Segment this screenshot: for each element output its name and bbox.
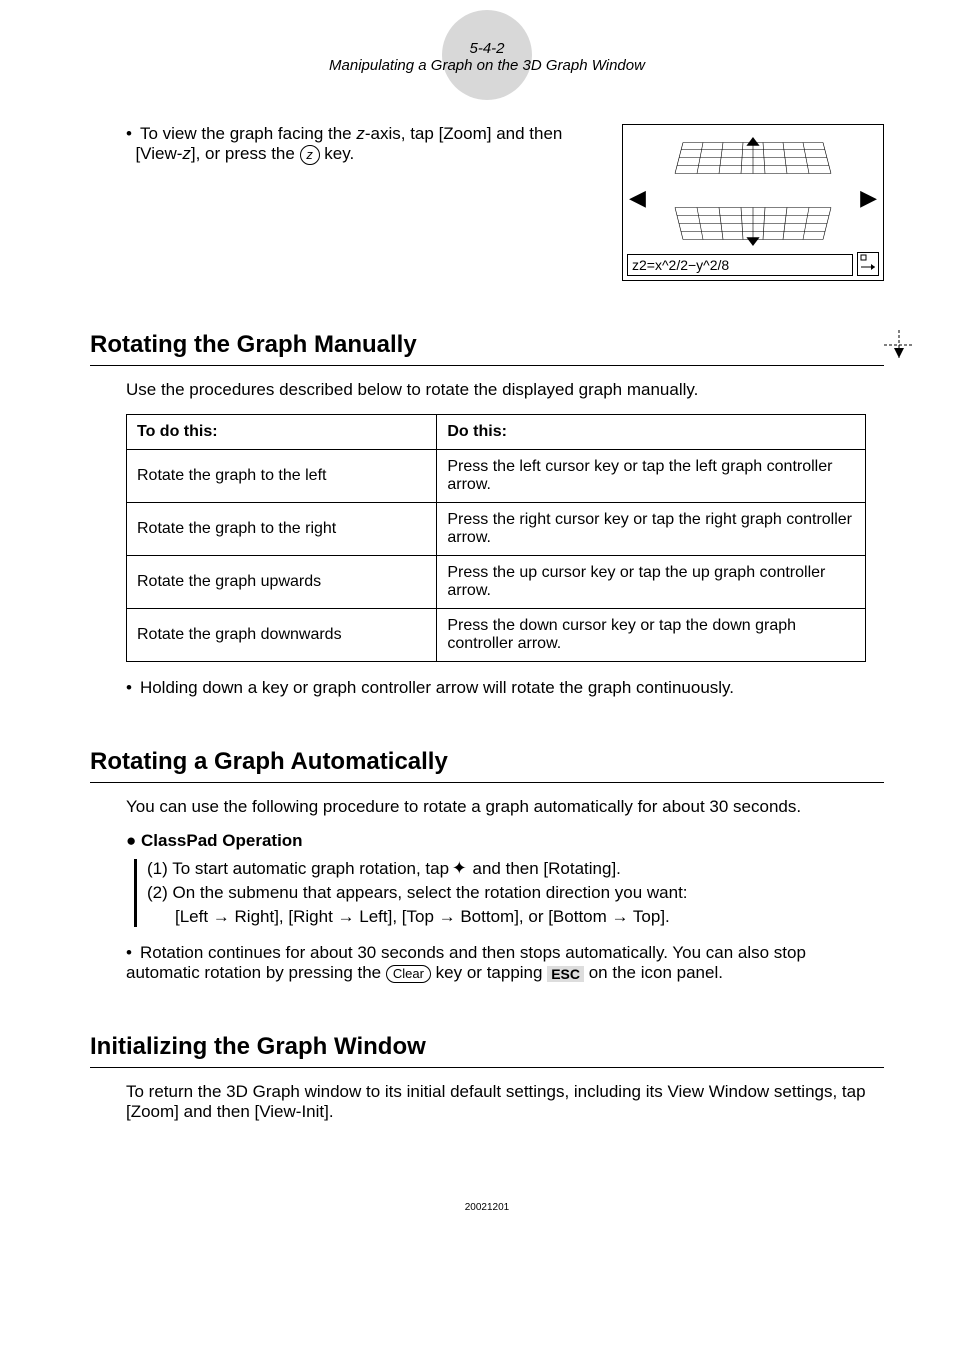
col2-header: Do this: xyxy=(437,415,866,450)
crop-mark-icon xyxy=(884,330,914,368)
section2-intro: You can use the following procedure to r… xyxy=(126,797,884,817)
section3-title: Initializing the Graph Window xyxy=(90,1033,884,1068)
corner-icon xyxy=(857,252,879,276)
arrow-right-icon: ▶ xyxy=(860,184,877,210)
actions-table: To do this: Do this: Rotate the graph to… xyxy=(126,414,866,662)
step2b: [Left → Right], [Right → Left], [Top → B… xyxy=(175,907,884,927)
classpad-subhead: ● ClassPad Operation xyxy=(126,831,884,851)
section1-note: Holding down a key or graph controller a… xyxy=(126,678,884,698)
section2-note: Rotation continues for about 30 seconds … xyxy=(126,943,884,983)
section1-intro: Use the procedures described below to ro… xyxy=(126,380,884,400)
page-subtitle: Manipulating a Graph on the 3D Graph Win… xyxy=(90,57,884,74)
section3-body: To return the 3D Graph window to its ini… xyxy=(126,1082,884,1122)
clear-key-icon: Clear xyxy=(386,965,431,983)
table-row: Rotate the graph downwards Press the dow… xyxy=(127,609,866,662)
table-row: Rotate the graph to the left Press the l… xyxy=(127,450,866,503)
footer-number: 20021201 xyxy=(90,1202,884,1213)
section2-title: Rotating a Graph Automatically xyxy=(90,748,884,783)
section1-title: Rotating the Graph Manually xyxy=(90,331,884,366)
graph-figure: ◀ ▶ xyxy=(622,124,884,281)
table-row: Rotate the graph upwards Press the up cu… xyxy=(127,556,866,609)
esc-icon: ESC xyxy=(547,966,584,982)
steps-block: (1) To start automatic graph rotation, t… xyxy=(134,859,884,927)
col1-header: To do this: xyxy=(127,415,437,450)
page-number: 5-4-2 xyxy=(90,40,884,57)
z-key-icon: z xyxy=(300,145,320,165)
step1: (1) To start automatic graph rotation, t… xyxy=(147,859,884,879)
step2a: (2) On the submenu that appears, select … xyxy=(147,883,884,903)
compass-icon xyxy=(454,863,468,877)
table-row: Rotate the graph to the right Press the … xyxy=(127,503,866,556)
equation-bar: z2=x^2/2−y^2/8 xyxy=(627,254,853,276)
viewz-text: To view the graph facing the z-axis, tap… xyxy=(126,124,592,165)
arrow-left-icon: ◀ xyxy=(629,184,646,210)
